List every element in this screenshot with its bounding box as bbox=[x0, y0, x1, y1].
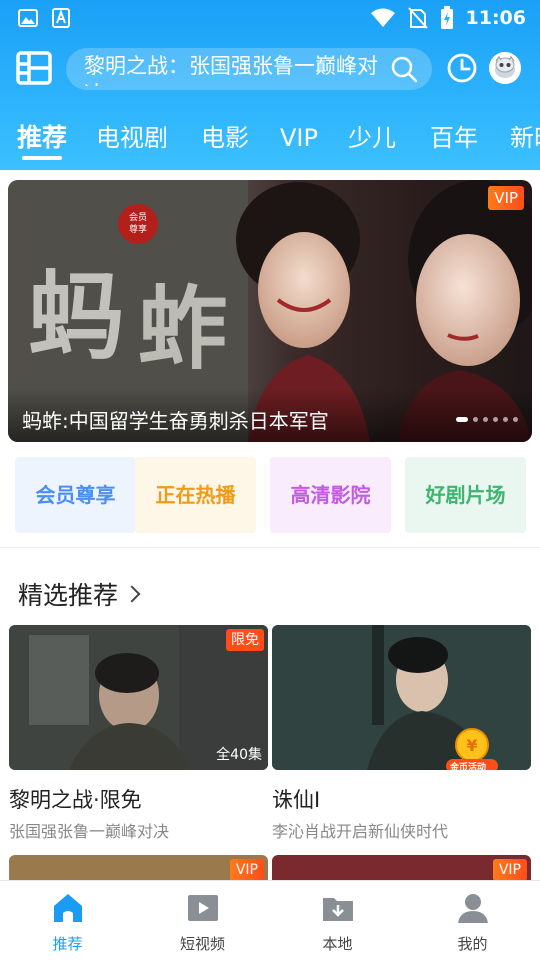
video-subtitle: 李沁肖战开启新仙侠时代 bbox=[272, 822, 449, 841]
pager-dot bbox=[483, 417, 488, 422]
tab-vip[interactable]: VIP bbox=[280, 118, 318, 158]
nav-label: 推荐 bbox=[52, 935, 83, 953]
tab-movies[interactable]: 电影 bbox=[201, 118, 249, 158]
nav-label: 我的 bbox=[457, 935, 488, 953]
video-subtitle: 张国强张鲁一巅峰对决 bbox=[9, 822, 170, 841]
app-header: 11:06 黎明之战：张国强张鲁一巅峰对决 bbox=[0, 0, 540, 170]
search-icon[interactable] bbox=[390, 55, 418, 83]
pager-dot bbox=[456, 417, 468, 422]
section-title: 精选推荐 bbox=[18, 581, 119, 610]
active-tab-indicator bbox=[22, 156, 62, 160]
history-clock-icon[interactable] bbox=[446, 52, 478, 84]
video-title: 黎明之战·限免 bbox=[9, 788, 142, 812]
pager-dot bbox=[503, 417, 508, 422]
download-folder-icon bbox=[322, 898, 353, 921]
search-input[interactable]: 黎明之战：张国强张鲁一巅峰对决 bbox=[66, 48, 432, 90]
video-card[interactable]: VIP bbox=[272, 855, 531, 880]
bottom-navigation: 推荐 短视频 本地 我的 bbox=[0, 880, 540, 960]
section-header[interactable]: 精选推荐 bbox=[18, 574, 141, 614]
vip-badge: VIP bbox=[229, 859, 264, 880]
nav-recommend[interactable]: 推荐 bbox=[0, 881, 135, 960]
video-card[interactable]: 限免 全40集 黎明之战·限免 张国强张鲁一巅峰对决 bbox=[9, 625, 268, 842]
search-suggestion-text: 黎明之战：张国强张鲁一巅峰对决 bbox=[84, 54, 378, 86]
channel-tabs: 推荐 电视剧 电影 VIP 少儿 百年 新时 bbox=[0, 118, 540, 162]
pager-dot bbox=[493, 417, 498, 422]
app-store-icon bbox=[52, 8, 70, 28]
no-sim-icon bbox=[407, 7, 428, 29]
video-thumbnail: ¥ 金币活动 bbox=[272, 625, 531, 770]
video-thumbnail: 限免 全40集 bbox=[9, 625, 268, 770]
vip-badge: VIP bbox=[492, 859, 527, 880]
clock: 11:06 bbox=[465, 7, 526, 29]
avatar-character-icon bbox=[489, 52, 521, 84]
tab-tv-series[interactable]: 电视剧 bbox=[96, 118, 168, 158]
svg-text:蚱: 蚱 bbox=[138, 276, 228, 382]
episode-count: 全40集 bbox=[216, 747, 262, 763]
status-bar: 11:06 bbox=[0, 0, 540, 36]
person-icon bbox=[457, 894, 488, 923]
wifi-icon bbox=[370, 8, 395, 27]
nav-label: 短视频 bbox=[179, 935, 225, 953]
quick-entry-now-playing[interactable]: 正在热播 bbox=[135, 457, 256, 533]
tab-recommend[interactable]: 推荐 bbox=[17, 118, 67, 158]
play-video-icon bbox=[187, 895, 218, 921]
pager-dot bbox=[473, 417, 478, 422]
banner-pager-dots bbox=[456, 417, 518, 422]
nav-label: 本地 bbox=[322, 935, 353, 953]
nav-short-video[interactable]: 短视频 bbox=[135, 881, 270, 960]
coin-activity-label: 金币活动 bbox=[450, 763, 487, 770]
tab-new-era[interactable]: 新时 bbox=[510, 118, 540, 158]
banner-title: 蚂蚱:中国留学生奋勇刺杀日本军官 bbox=[22, 409, 329, 433]
vip-badge: VIP bbox=[488, 186, 524, 210]
hero-banner[interactable]: 蚂 蚱 会员 尊享 VIP 蚂蚱:中国留学生奋勇刺杀日本军官 bbox=[8, 180, 532, 442]
tab-centennial[interactable]: 百年 bbox=[430, 118, 478, 158]
video-thumbnail: VIP bbox=[9, 855, 268, 880]
quick-entry-good-drama[interactable]: 好剧片场 bbox=[405, 457, 526, 533]
video-card[interactable]: VIP bbox=[9, 855, 268, 880]
section-divider bbox=[0, 547, 540, 548]
video-title: 诛仙I bbox=[272, 788, 321, 812]
video-thumbnail: VIP bbox=[272, 855, 531, 880]
quick-entry-hd-cinema[interactable]: 高清影院 bbox=[270, 457, 391, 533]
quick-entry-row: 会员尊享 正在热播 高清影院 好剧片场 bbox=[0, 457, 540, 533]
gallery-icon bbox=[18, 9, 38, 27]
chevron-right-icon bbox=[123, 585, 141, 603]
user-avatar[interactable] bbox=[489, 52, 521, 84]
svg-text:会员: 会员 bbox=[129, 211, 147, 223]
pager-dot bbox=[513, 417, 518, 422]
free-limited-badge: 限免 bbox=[226, 629, 264, 651]
category-menu-icon[interactable] bbox=[16, 50, 52, 86]
quick-entry-vip-exclusive[interactable]: 会员尊享 bbox=[15, 457, 136, 533]
svg-text:蚂: 蚂 bbox=[28, 260, 124, 373]
svg-text:¥: ¥ bbox=[466, 736, 477, 755]
nav-local[interactable]: 本地 bbox=[270, 881, 405, 960]
video-card[interactable]: ¥ 金币活动 诛仙I 李沁肖战开启新仙侠时代 bbox=[272, 625, 531, 842]
tab-kids[interactable]: 少儿 bbox=[348, 118, 396, 158]
search-row: 黎明之战：张国强张鲁一巅峰对决 bbox=[0, 44, 540, 96]
home-icon bbox=[53, 894, 82, 922]
nav-mine[interactable]: 我的 bbox=[405, 881, 540, 960]
svg-text:尊享: 尊享 bbox=[129, 223, 147, 235]
battery-charging-icon bbox=[440, 6, 453, 29]
